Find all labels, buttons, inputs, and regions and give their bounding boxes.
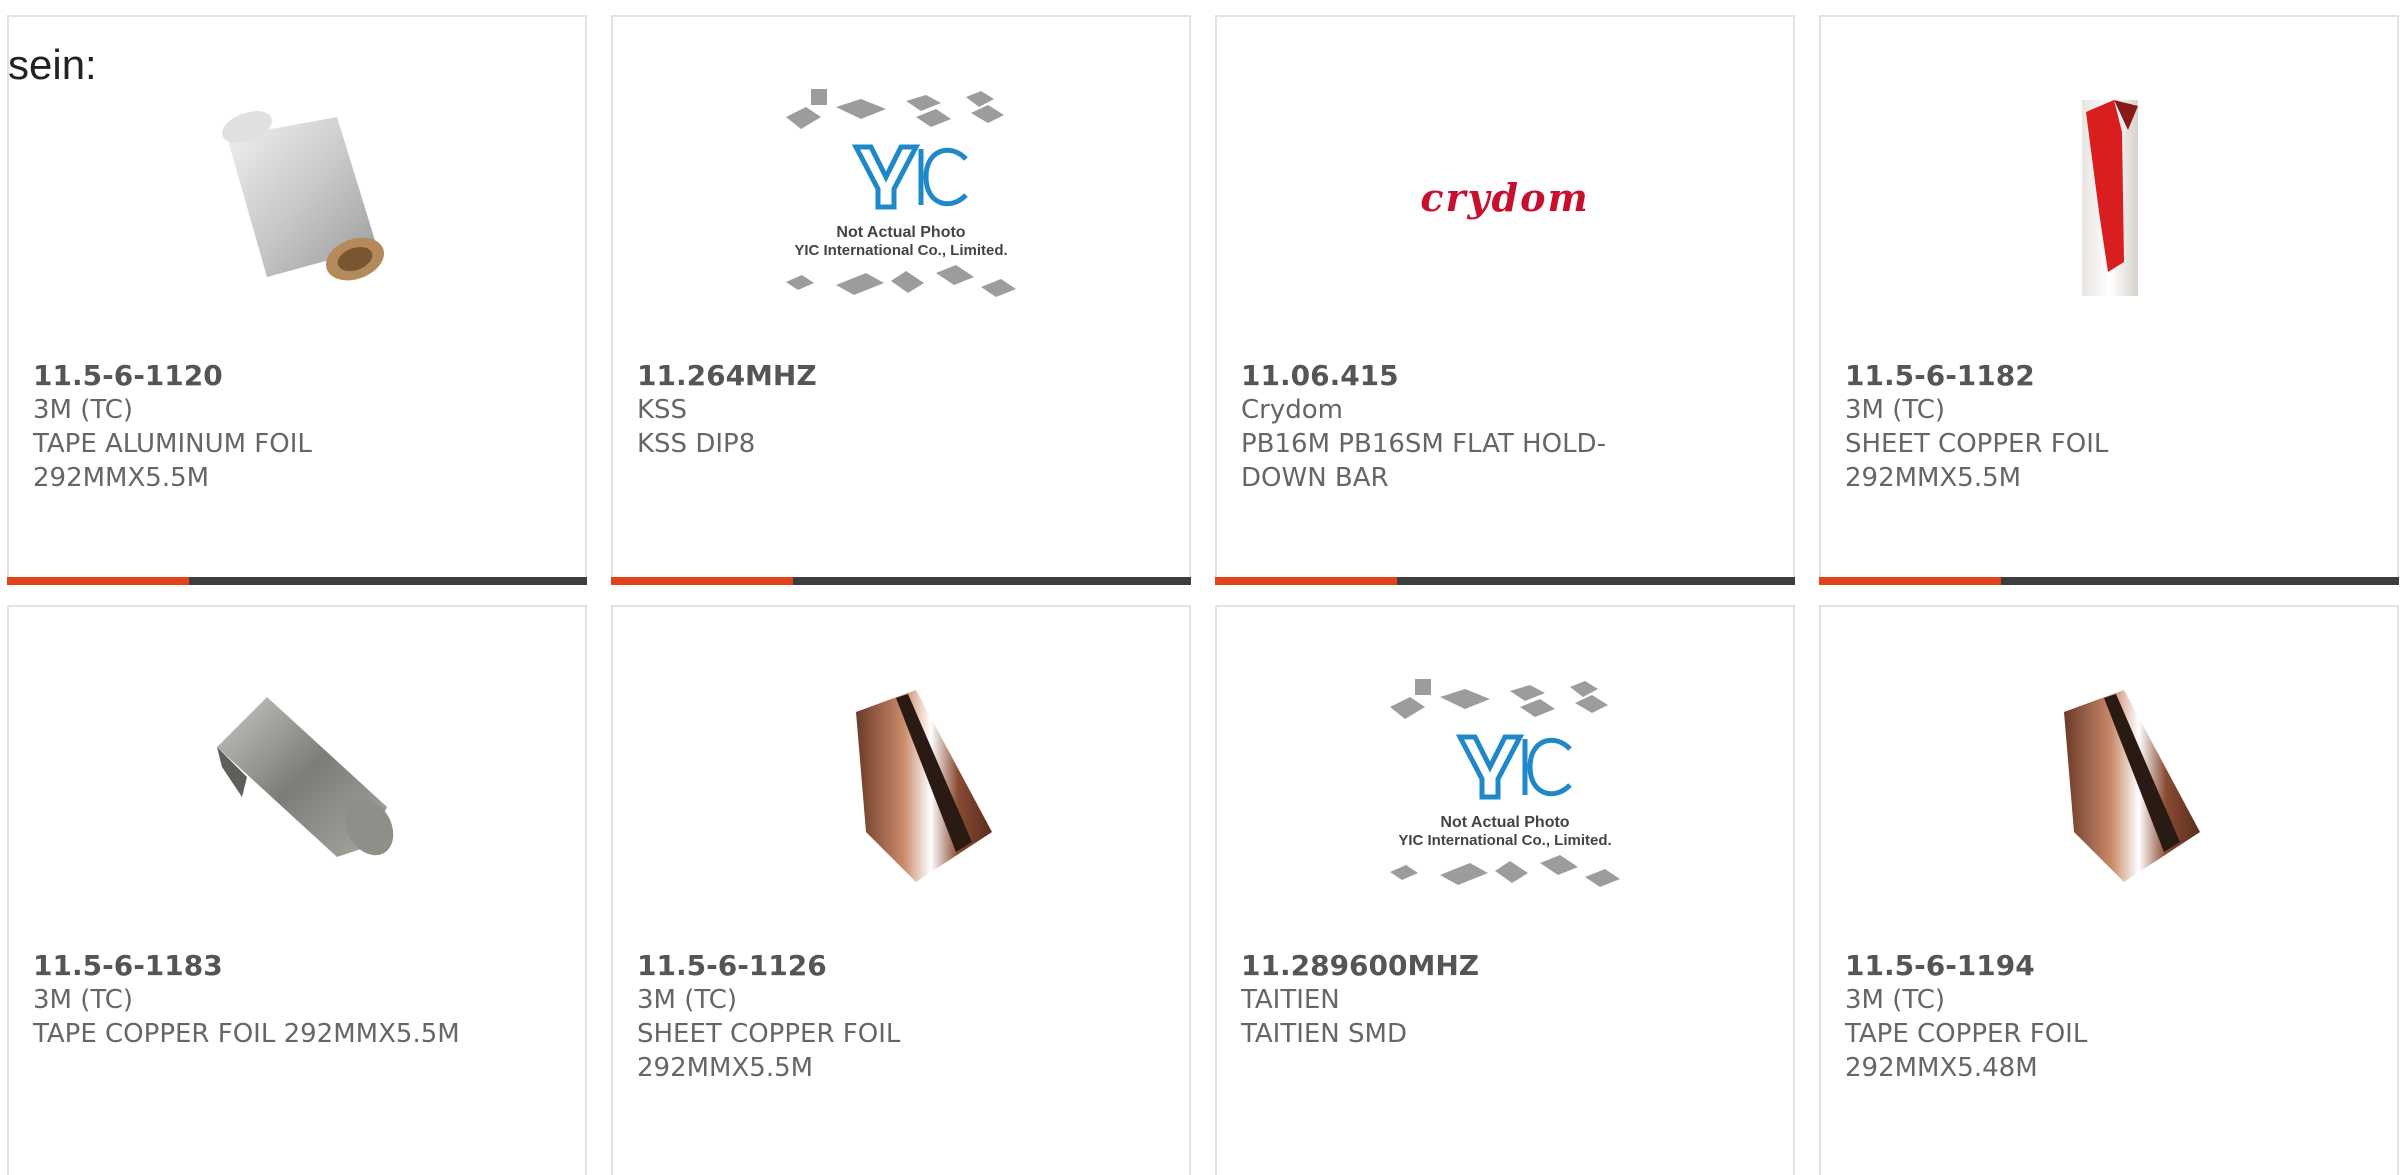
description: SHEET COPPER FOIL 292MMX5.5M bbox=[1845, 429, 2109, 493]
description: TAPE COPPER FOIL 292MMX5.48M bbox=[1845, 1019, 2088, 1083]
card-bar-accent bbox=[611, 577, 793, 585]
part-number[interactable]: 11.5-6-1126 bbox=[637, 949, 1165, 983]
manufacturer: TAITIEN bbox=[1241, 985, 1340, 1015]
copper-foil-roll-image[interactable] bbox=[1969, 667, 2249, 907]
yic-placeholder-image[interactable]: Not Actual Photo YIC International Co., … bbox=[1365, 667, 1645, 907]
part-number[interactable]: 11.5-6-1120 bbox=[33, 359, 561, 393]
product-info: 11.264MHZ KSS KSS DIP8 bbox=[637, 359, 1165, 461]
crydom-logo[interactable]: crydom bbox=[1365, 77, 1645, 317]
part-number[interactable]: 11.264MHZ bbox=[637, 359, 1165, 393]
product-card[interactable]: Not Actual Photo YIC International Co., … bbox=[1215, 605, 1795, 1175]
description: TAITIEN SMD bbox=[1241, 1019, 1407, 1049]
description: PB16M PB16SM FLAT HOLD-DOWN BAR bbox=[1241, 429, 1606, 493]
product-card[interactable]: 11.5-6-1120 3M (TC) TAPE ALUMINUM FOIL 2… bbox=[7, 15, 587, 585]
product-card[interactable]: 11.5-6-1182 3M (TC) SHEET COPPER FOIL 29… bbox=[1819, 15, 2399, 585]
part-number[interactable]: 11.06.415 bbox=[1241, 359, 1769, 393]
description: TAPE COPPER FOIL 292MMX5.5M bbox=[33, 1019, 460, 1049]
yic-placeholder-image[interactable]: Not Actual Photo YIC International Co., … bbox=[761, 77, 1041, 317]
aluminum-foil-roll-image[interactable] bbox=[157, 77, 437, 317]
manufacturer: Crydom bbox=[1241, 395, 1343, 425]
product-card[interactable]: Not Actual Photo YIC International Co., … bbox=[611, 15, 1191, 585]
placeholder-line2: YIC International Co., Limited. bbox=[794, 242, 1007, 259]
manufacturer: 3M (TC) bbox=[33, 985, 134, 1015]
product-info: 11.5-6-1126 3M (TC) SHEET COPPER FOIL 29… bbox=[637, 949, 1165, 1085]
product-card[interactable]: 11.5-6-1126 3M (TC) SHEET COPPER FOIL 29… bbox=[611, 605, 1191, 1175]
product-info: 11.289600MHZ TAITIEN TAITIEN SMD bbox=[1241, 949, 1769, 1051]
card-bar bbox=[1819, 577, 2399, 585]
placeholder-line1: Not Actual Photo bbox=[836, 224, 965, 241]
card-bar bbox=[611, 577, 1191, 585]
copper-foil-roll-image[interactable] bbox=[761, 667, 1041, 907]
card-bar bbox=[1215, 577, 1795, 585]
part-number[interactable]: 11.289600MHZ bbox=[1241, 949, 1769, 983]
card-bar-accent bbox=[1215, 577, 1397, 585]
description: SHEET COPPER FOIL 292MMX5.5M bbox=[637, 1019, 901, 1083]
part-number[interactable]: 11.5-6-1194 bbox=[1845, 949, 2373, 983]
card-bar-accent bbox=[7, 577, 189, 585]
product-info: 11.06.415 Crydom PB16M PB16SM FLAT HOLD-… bbox=[1241, 359, 1769, 495]
page-prefix-text: sein: bbox=[8, 41, 97, 88]
product-card[interactable]: 11.5-6-1183 3M (TC) TAPE COPPER FOIL 292… bbox=[7, 605, 587, 1175]
placeholder-line2: YIC International Co., Limited. bbox=[1398, 832, 1611, 849]
description: KSS DIP8 bbox=[637, 429, 756, 459]
crydom-logo-text: crydom bbox=[1420, 174, 1590, 220]
copper-foil-sheet-image[interactable] bbox=[1969, 77, 2249, 317]
copper-foil-tape-image[interactable] bbox=[157, 667, 437, 907]
part-number[interactable]: 11.5-6-1183 bbox=[33, 949, 561, 983]
part-number[interactable]: 11.5-6-1182 bbox=[1845, 359, 2373, 393]
product-info: 11.5-6-1120 3M (TC) TAPE ALUMINUM FOIL 2… bbox=[33, 359, 561, 495]
product-card[interactable]: crydom 11.06.415 Crydom PB16M PB16SM FLA… bbox=[1215, 15, 1795, 585]
product-info: 11.5-6-1194 3M (TC) TAPE COPPER FOIL 292… bbox=[1845, 949, 2373, 1085]
manufacturer: 3M (TC) bbox=[33, 395, 134, 425]
manufacturer: 3M (TC) bbox=[1845, 395, 1946, 425]
manufacturer: KSS bbox=[637, 395, 688, 425]
manufacturer: 3M (TC) bbox=[1845, 985, 1946, 1015]
manufacturer: 3M (TC) bbox=[637, 985, 738, 1015]
placeholder-line1: Not Actual Photo bbox=[1440, 814, 1569, 831]
product-info: 11.5-6-1182 3M (TC) SHEET COPPER FOIL 29… bbox=[1845, 359, 2373, 495]
product-grid: 11.5-6-1120 3M (TC) TAPE ALUMINUM FOIL 2… bbox=[7, 15, 2399, 1175]
product-card[interactable]: 11.5-6-1194 3M (TC) TAPE COPPER FOIL 292… bbox=[1819, 605, 2399, 1175]
card-bar-accent bbox=[1819, 577, 2001, 585]
product-info: 11.5-6-1183 3M (TC) TAPE COPPER FOIL 292… bbox=[33, 949, 561, 1051]
card-bar bbox=[7, 577, 587, 585]
description: TAPE ALUMINUM FOIL 292MMX5.5M bbox=[33, 429, 312, 493]
